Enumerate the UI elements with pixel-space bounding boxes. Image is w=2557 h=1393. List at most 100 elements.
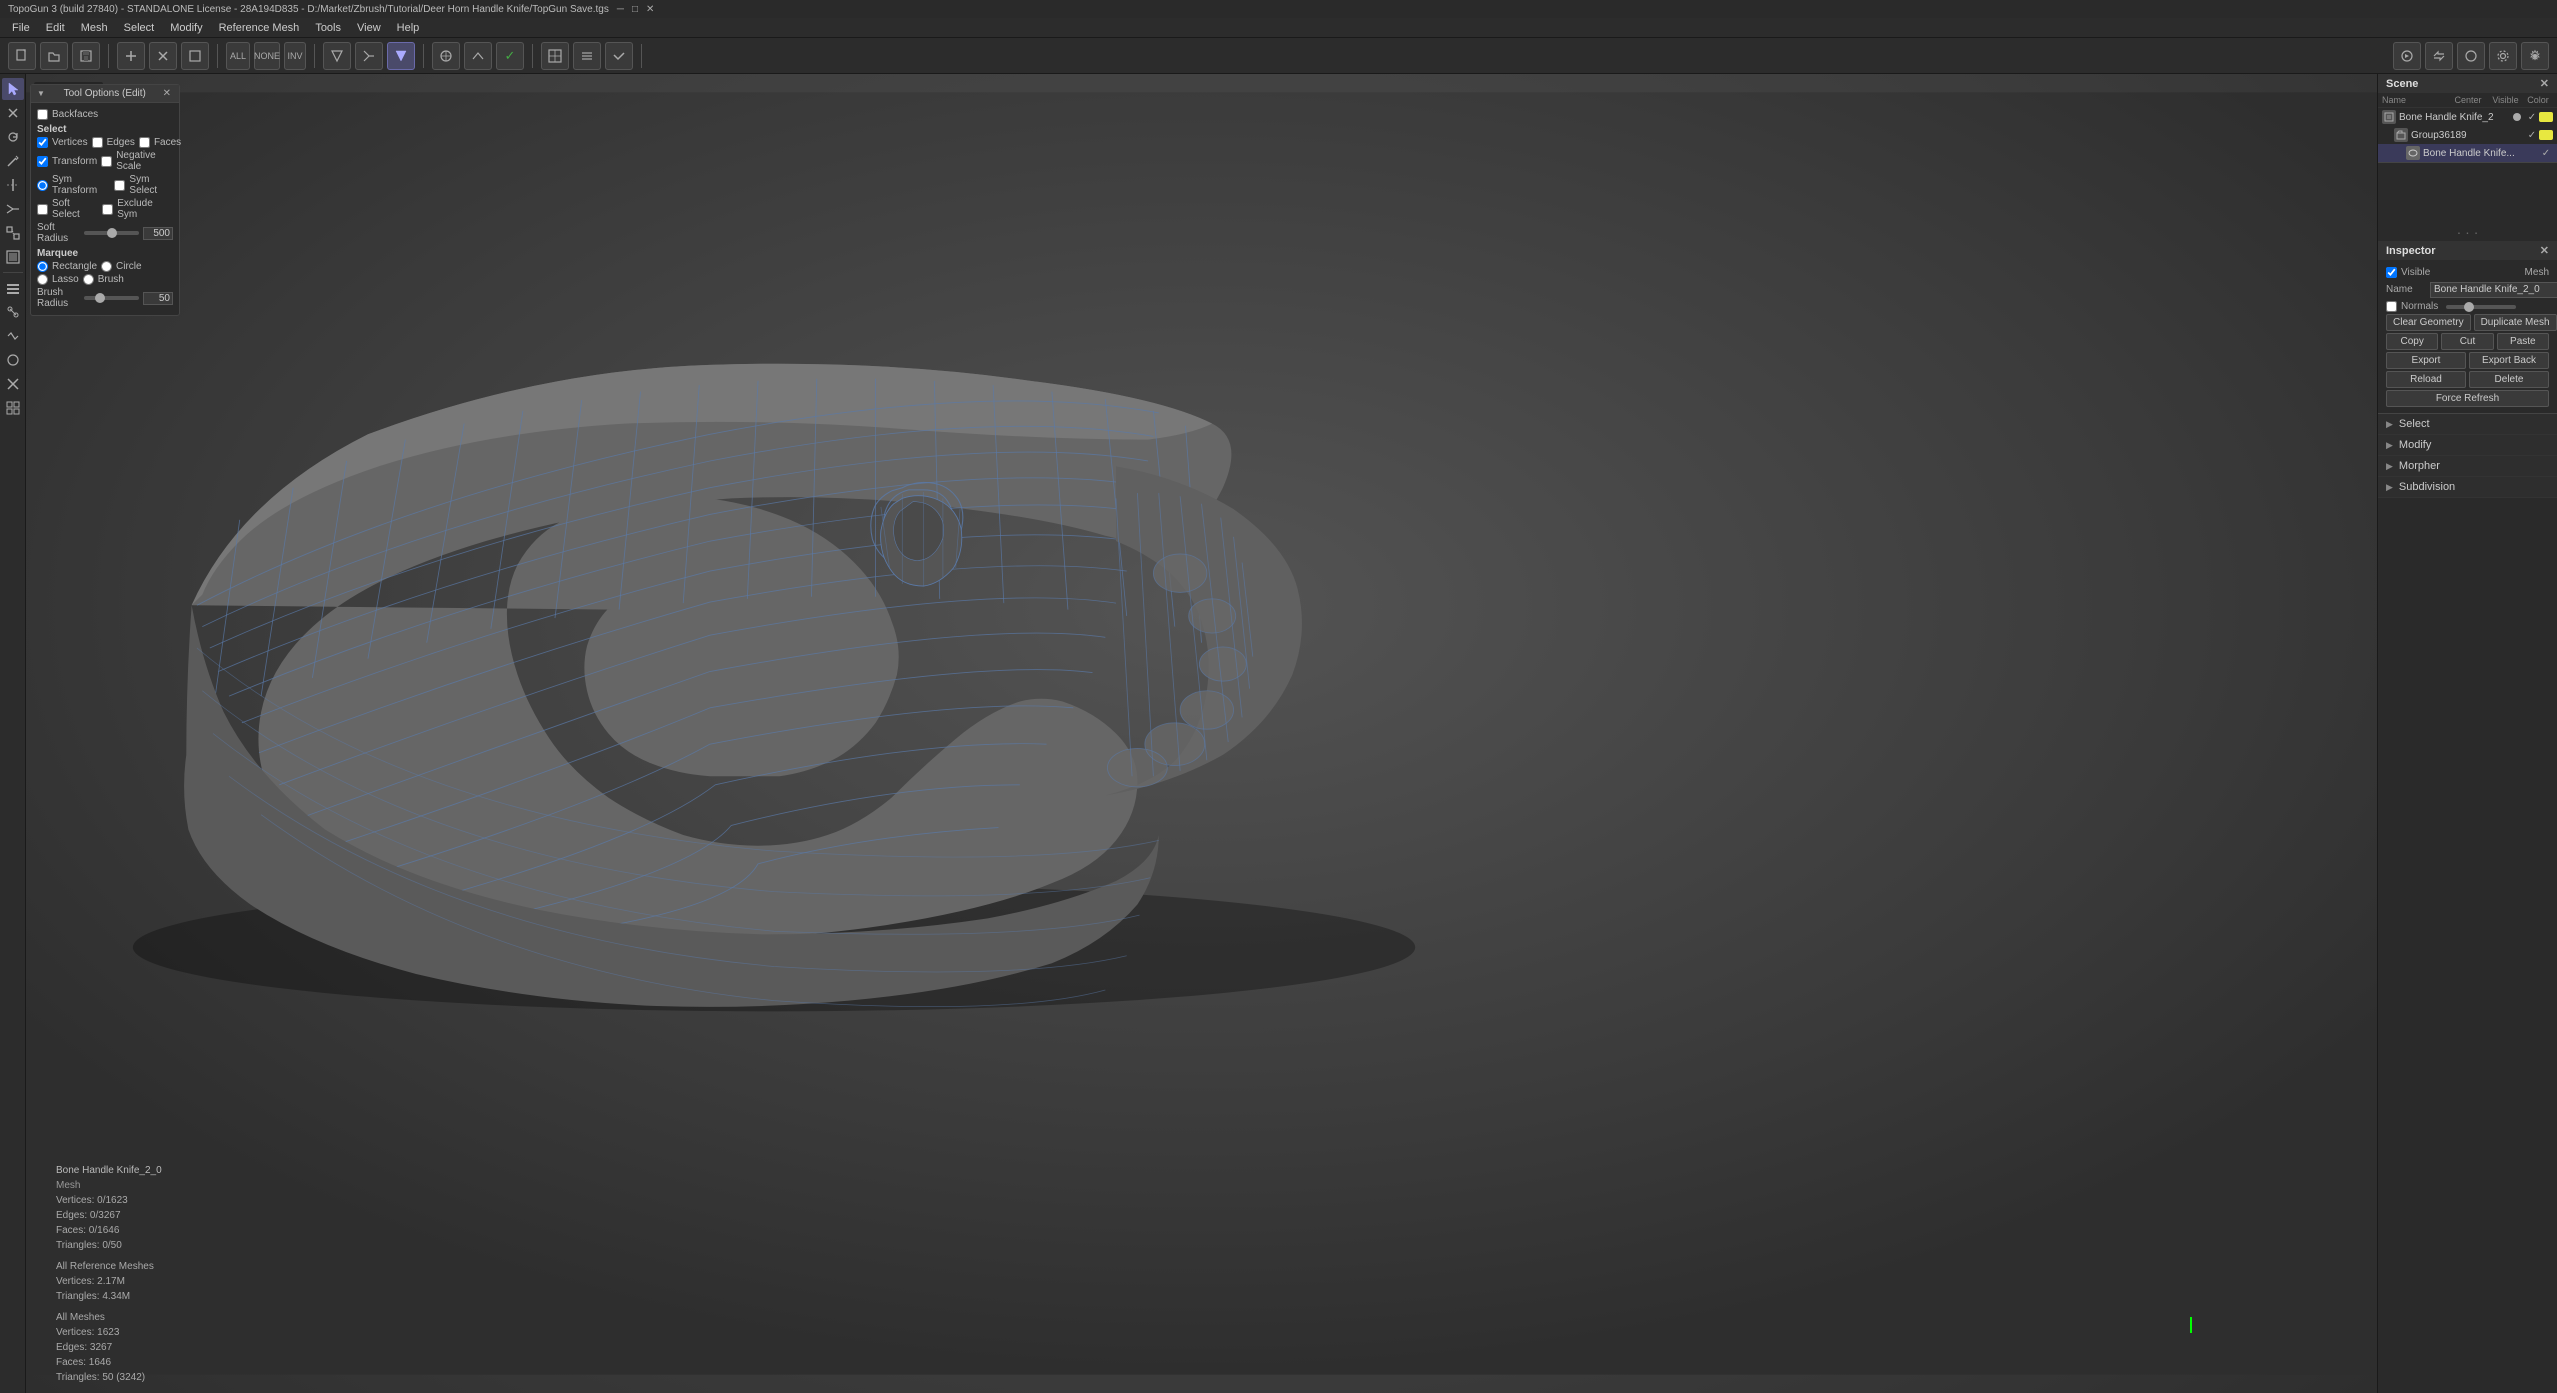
viewport[interactable]: Perspective Bone Handle Knife_2_0 Mesh V… [26, 74, 2377, 1393]
tool-options-header[interactable]: ▼ Tool Options (Edit) ✕ [31, 85, 179, 103]
toolbar-snap2[interactable] [464, 42, 492, 70]
name-label: Name [2386, 284, 2426, 295]
toolbar-snap[interactable] [432, 42, 460, 70]
vertices-checkbox[interactable] [37, 137, 48, 148]
rectangle-radio[interactable] [37, 261, 48, 272]
normals-checkbox[interactable] [2386, 301, 2397, 312]
tool-select[interactable] [2, 78, 24, 100]
menu-help[interactable]: Help [389, 20, 428, 36]
toolbar-check[interactable]: ✓ [496, 42, 524, 70]
scene-close-btn[interactable]: ✕ [2540, 77, 2549, 90]
clear-geometry-btn[interactable]: Clear Geometry [2386, 314, 2471, 331]
modify-expand-header[interactable]: ▶ Modify [2378, 435, 2557, 455]
toolbar-sym-x[interactable] [323, 42, 351, 70]
menu-tools[interactable]: Tools [307, 20, 349, 36]
toolbar-none[interactable]: NONE [254, 42, 280, 70]
menu-view[interactable]: View [349, 20, 389, 36]
menu-mesh[interactable]: Mesh [73, 20, 116, 36]
toolbar-new[interactable] [8, 42, 36, 70]
menu-select[interactable]: Select [116, 20, 163, 36]
brush-radio[interactable] [83, 274, 94, 285]
tool-grid[interactable] [2, 397, 24, 419]
brush-radius-slider[interactable] [84, 296, 139, 300]
tool-move[interactable] [2, 102, 24, 124]
tool-cut[interactable] [2, 198, 24, 220]
scene-item-3[interactable]: Bone Handle Knife... ✓ [2378, 144, 2557, 162]
export-back-btn[interactable]: Export Back [2469, 352, 2549, 369]
maximize-btn[interactable]: □ [632, 4, 638, 15]
toolbar-gear[interactable] [2521, 42, 2549, 70]
toolbar-sym-y[interactable] [355, 42, 383, 70]
close-btn[interactable]: ✕ [646, 4, 654, 15]
morpher-expand-header[interactable]: ▶ Morpher [2378, 456, 2557, 476]
toolbar-collapse[interactable] [573, 42, 601, 70]
toolbar-remove[interactable] [149, 42, 177, 70]
toolbar-weld[interactable] [605, 42, 633, 70]
copy-btn[interactable]: Copy [2386, 333, 2438, 350]
subdivision-expand-header[interactable]: ▶ Subdivision [2378, 477, 2557, 497]
toolbar-xform[interactable] [541, 42, 569, 70]
tool-extra1[interactable] [2, 277, 24, 299]
menu-edit[interactable]: Edit [38, 20, 73, 36]
inspector-close-btn[interactable]: ✕ [2540, 244, 2549, 257]
reload-btn[interactable]: Reload [2386, 371, 2466, 388]
circle-radio[interactable] [101, 261, 112, 272]
negative-scale-checkbox[interactable] [101, 156, 112, 167]
stats-ref-vertices-value: 2.17M [97, 1276, 125, 1287]
export-btn[interactable]: Export [2386, 352, 2466, 369]
duplicate-mesh-btn[interactable]: Duplicate Mesh [2474, 314, 2557, 331]
toolbar-sym-active[interactable] [387, 42, 415, 70]
minimize-btn[interactable]: ─ [617, 4, 624, 15]
menu-reference-mesh[interactable]: Reference Mesh [211, 20, 308, 36]
tool-options-close-btn[interactable]: ✕ [161, 88, 173, 99]
sym-select-checkbox[interactable] [114, 180, 125, 191]
tool-extra2[interactable] [2, 301, 24, 323]
name-input[interactable] [2430, 282, 2557, 298]
select-expand-header[interactable]: ▶ Select [2378, 414, 2557, 434]
toolbar-export-icon[interactable] [181, 42, 209, 70]
toolbar-open[interactable] [40, 42, 68, 70]
tool-extra5[interactable] [2, 373, 24, 395]
delete-btn[interactable]: Delete [2469, 371, 2549, 388]
vertices-label: Vertices [52, 137, 88, 148]
normals-slider[interactable] [2446, 305, 2516, 309]
toolbar-render[interactable] [2393, 42, 2421, 70]
soft-radius-input[interactable]: 500 [143, 227, 173, 240]
scene-item-1[interactable]: Bone Handle Knife_2 ✓ [2378, 108, 2557, 126]
sym-transform-radio[interactable] [37, 180, 48, 191]
toolbar-inv[interactable]: INV [284, 42, 306, 70]
soft-select-checkbox[interactable] [37, 204, 48, 215]
tool-draw[interactable] [2, 150, 24, 172]
tool-extra3[interactable] [2, 325, 24, 347]
tool-loop[interactable] [2, 174, 24, 196]
transform-checkbox[interactable] [37, 156, 48, 167]
edges-checkbox[interactable] [92, 137, 103, 148]
visible-checkbox[interactable] [2386, 267, 2397, 278]
tool-extra4[interactable] [2, 349, 24, 371]
toolbar-settings[interactable] [2489, 42, 2517, 70]
cut-btn[interactable]: Cut [2441, 333, 2493, 350]
tool-rotate[interactable] [2, 126, 24, 148]
menu-modify[interactable]: Modify [162, 20, 210, 36]
paste-btn[interactable]: Paste [2497, 333, 2549, 350]
col-visible: Visible [2488, 95, 2523, 105]
menu-file[interactable]: File [4, 20, 38, 36]
faces-checkbox[interactable] [139, 137, 150, 148]
toolbar-save[interactable] [72, 42, 100, 70]
toolbar-arrows[interactable] [2425, 42, 2453, 70]
force-refresh-btn[interactable]: Force Refresh [2386, 390, 2549, 407]
lasso-radio[interactable] [37, 274, 48, 285]
exclude-sym-checkbox[interactable] [102, 204, 113, 215]
tool-fill[interactable] [2, 246, 24, 268]
scene-item-2[interactable]: Group36189 ✓ [2378, 126, 2557, 144]
tool-bridge[interactable] [2, 222, 24, 244]
soft-radius-slider[interactable] [84, 231, 139, 235]
mesh-area[interactable]: Perspective [26, 74, 2377, 1393]
tool-options-body: Backfaces Select Vertices Edges Faces Tr… [31, 103, 179, 315]
brush-radius-input[interactable]: 50 [143, 292, 173, 305]
toolbar-info[interactable] [2457, 42, 2485, 70]
scene-header: Scene ✕ [2378, 74, 2557, 93]
toolbar-add[interactable] [117, 42, 145, 70]
toolbar-all[interactable]: ALL [226, 42, 250, 70]
backfaces-checkbox[interactable] [37, 109, 48, 120]
